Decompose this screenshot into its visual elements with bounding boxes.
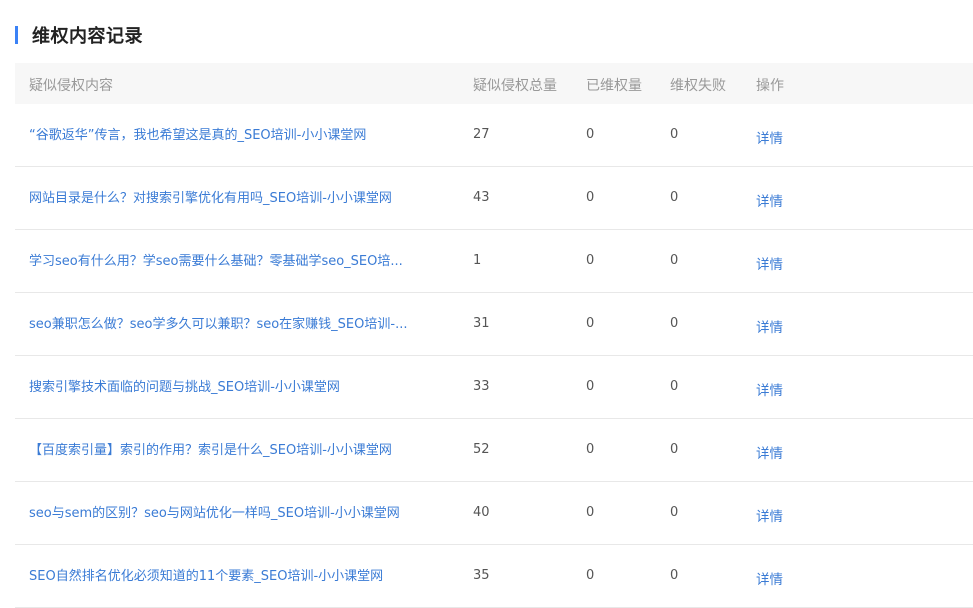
protected-count: 0 [586,505,595,520]
protected-count: 0 [586,253,595,268]
content-title-link[interactable]: seo兼职怎么做？seo学多久可以兼职？seo在家赚钱_SEO培训-... [29,313,407,332]
protected-count: 0 [586,316,595,331]
header-failed: 维权失败 [670,78,726,94]
total-count: 40 [473,505,490,520]
total-count: 1 [473,253,482,268]
table-header: 疑似侵权内容 疑似侵权总量 已维权量 维权失败 操作 [15,63,973,104]
table-row: seo兼职怎么做？seo学多久可以兼职？seo在家赚钱_SEO培训-... 31… [15,293,973,356]
details-link[interactable]: 详情 [756,505,783,525]
header-content: 疑似侵权内容 [29,78,113,94]
protected-count: 0 [586,379,595,394]
rights-records-table: 疑似侵权内容 疑似侵权总量 已维权量 维权失败 操作 “谷歌返华”传言，我也希望… [15,63,973,608]
total-count: 35 [473,568,490,583]
details-link[interactable]: 详情 [756,316,783,336]
protected-count: 0 [586,127,595,142]
total-count: 43 [473,190,490,205]
content-title-link[interactable]: 网站目录是什么？对搜索引擎优化有用吗_SEO培训-小小课堂网 [29,187,392,206]
title-accent-bar [15,26,18,44]
failed-count: 0 [670,442,679,457]
details-link[interactable]: 详情 [756,253,783,273]
table-row: 搜索引擎技术面临的问题与挑战_SEO培训-小小课堂网 33 0 0 详情 [15,356,973,419]
details-link[interactable]: 详情 [756,442,783,462]
header-protected: 已维权量 [586,78,642,94]
table-row: 网站目录是什么？对搜索引擎优化有用吗_SEO培训-小小课堂网 43 0 0 详情 [15,167,973,230]
table-row: 【百度索引量】索引的作用？索引是什么_SEO培训-小小课堂网 52 0 0 详情 [15,419,973,482]
section-header: 维权内容记录 [15,24,143,47]
protected-count: 0 [586,568,595,583]
failed-count: 0 [670,316,679,331]
protected-count: 0 [586,190,595,205]
protected-count: 0 [586,442,595,457]
total-count: 52 [473,442,490,457]
failed-count: 0 [670,568,679,583]
failed-count: 0 [670,253,679,268]
details-link[interactable]: 详情 [756,568,783,588]
failed-count: 0 [670,505,679,520]
total-count: 27 [473,127,490,142]
table-row: SEO自然排名优化必须知道的11个要素_SEO培训-小小课堂网 35 0 0 详… [15,545,973,608]
details-link[interactable]: 详情 [756,190,783,210]
failed-count: 0 [670,379,679,394]
header-action: 操作 [756,78,784,94]
table-row: “谷歌返华”传言，我也希望这是真的_SEO培训-小小课堂网 27 0 0 详情 [15,104,973,167]
content-title-link[interactable]: “谷歌返华”传言，我也希望这是真的_SEO培训-小小课堂网 [29,124,366,143]
header-total: 疑似侵权总量 [473,78,557,94]
details-link[interactable]: 详情 [756,379,783,399]
page-title: 维权内容记录 [32,26,143,47]
content-title-link[interactable]: 学习seo有什么用？学seo需要什么基础？零基础学seo_SEO培... [29,250,403,269]
failed-count: 0 [670,190,679,205]
table-row: 学习seo有什么用？学seo需要什么基础？零基础学seo_SEO培... 1 0… [15,230,973,293]
content-title-link[interactable]: 【百度索引量】索引的作用？索引是什么_SEO培训-小小课堂网 [29,439,392,458]
content-title-link[interactable]: seo与sem的区别？seo与网站优化一样吗_SEO培训-小小课堂网 [29,502,400,521]
content-title-link[interactable]: 搜索引擎技术面临的问题与挑战_SEO培训-小小课堂网 [29,376,340,395]
total-count: 31 [473,316,490,331]
details-link[interactable]: 详情 [756,127,783,147]
table-row: seo与sem的区别？seo与网站优化一样吗_SEO培训-小小课堂网 40 0 … [15,482,973,545]
failed-count: 0 [670,127,679,142]
total-count: 33 [473,379,490,394]
content-title-link[interactable]: SEO自然排名优化必须知道的11个要素_SEO培训-小小课堂网 [29,565,383,584]
